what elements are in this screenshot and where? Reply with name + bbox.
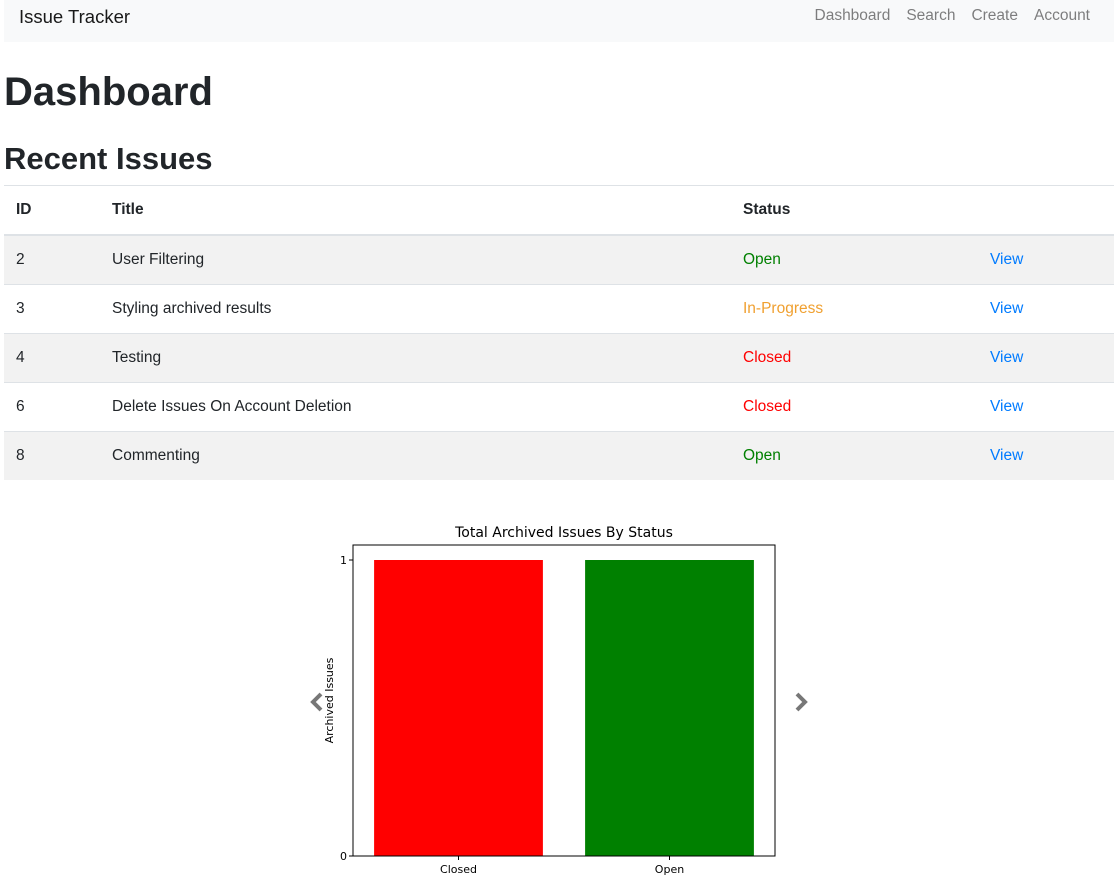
issue-status: Closed xyxy=(731,382,978,432)
column-header-status: Status xyxy=(731,185,978,236)
view-link[interactable]: View xyxy=(990,447,1023,464)
nav-link-dashboard[interactable]: Dashboard xyxy=(815,7,891,25)
navbar-brand[interactable]: Issue Tracker xyxy=(19,6,130,28)
nav-link-create[interactable]: Create xyxy=(971,7,1018,25)
x-tick-label: Closed xyxy=(440,863,477,876)
nav-links: Dashboard Search Create Account xyxy=(815,7,1091,25)
issue-status: Open xyxy=(731,234,978,285)
archived-issues-chart: Total Archived Issues By Status Closed Ope… xyxy=(323,525,776,876)
view-link[interactable]: View xyxy=(990,300,1023,317)
y-tick-label: 0 xyxy=(340,850,347,863)
issue-title: Commenting xyxy=(100,431,731,480)
carousel-prev-button[interactable] xyxy=(305,690,329,714)
chart-bar xyxy=(374,560,543,856)
issue-id: 4 xyxy=(4,333,100,383)
issue-id: 2 xyxy=(4,234,100,285)
table-row: 8 Commenting Open View xyxy=(4,431,1114,480)
issue-id: 3 xyxy=(4,284,100,334)
recent-issues-table: ID Title Status 2 User Filtering Open Vi… xyxy=(4,185,1114,480)
issue-title: User Filtering xyxy=(100,234,731,285)
table-header: ID Title Status xyxy=(4,185,1114,236)
nav-link-account[interactable]: Account xyxy=(1034,7,1090,25)
nav-link-search[interactable]: Search xyxy=(906,7,955,25)
chart-title: Total Archived Issues By Status xyxy=(454,525,673,541)
issue-status: In-Progress xyxy=(731,284,978,334)
table-body: 2 User Filtering Open View 3 Styling arc… xyxy=(4,234,1114,480)
column-header-id: ID xyxy=(4,185,100,236)
chevron-right-icon xyxy=(795,692,808,712)
issue-status: Closed xyxy=(731,333,978,383)
column-header-title: Title xyxy=(100,185,731,236)
issue-title: Styling archived results xyxy=(100,284,731,334)
table-row: 3 Styling archived results In-Progress V… xyxy=(4,284,1114,334)
issue-action-cell: View xyxy=(978,333,1114,383)
table-row: 6 Delete Issues On Account Deletion Clos… xyxy=(4,382,1114,432)
chevron-left-icon xyxy=(310,692,323,712)
table-header-row: ID Title Status xyxy=(4,185,1114,236)
section-title: Recent Issues xyxy=(4,141,213,176)
issue-title: Testing xyxy=(100,333,731,383)
view-link[interactable]: View xyxy=(990,398,1023,415)
issue-id: 8 xyxy=(4,431,100,480)
column-header-action xyxy=(978,185,1114,236)
chart-bar xyxy=(585,560,754,856)
issue-title: Delete Issues On Account Deletion xyxy=(100,382,731,432)
view-link[interactable]: View xyxy=(990,251,1023,268)
table-row: 2 User Filtering Open View xyxy=(4,234,1114,285)
table-row: 4 Testing Closed View xyxy=(4,333,1114,383)
issue-action-cell: View xyxy=(978,284,1114,334)
page-title: Dashboard xyxy=(4,70,213,114)
carousel-next-button[interactable] xyxy=(789,690,813,714)
navbar: Issue Tracker Dashboard Search Create Ac… xyxy=(4,0,1114,42)
issue-id: 6 xyxy=(4,382,100,432)
chart-carousel: Total Archived Issues By Status Closed Ope… xyxy=(305,518,825,877)
issue-action-cell: View xyxy=(978,234,1114,285)
x-tick-label: Open xyxy=(655,863,684,876)
issue-status: Open xyxy=(731,431,978,480)
issue-action-cell: View xyxy=(978,382,1114,432)
view-link[interactable]: View xyxy=(990,349,1023,366)
issue-action-cell: View xyxy=(978,431,1114,480)
y-tick-label: 1 xyxy=(340,554,347,567)
